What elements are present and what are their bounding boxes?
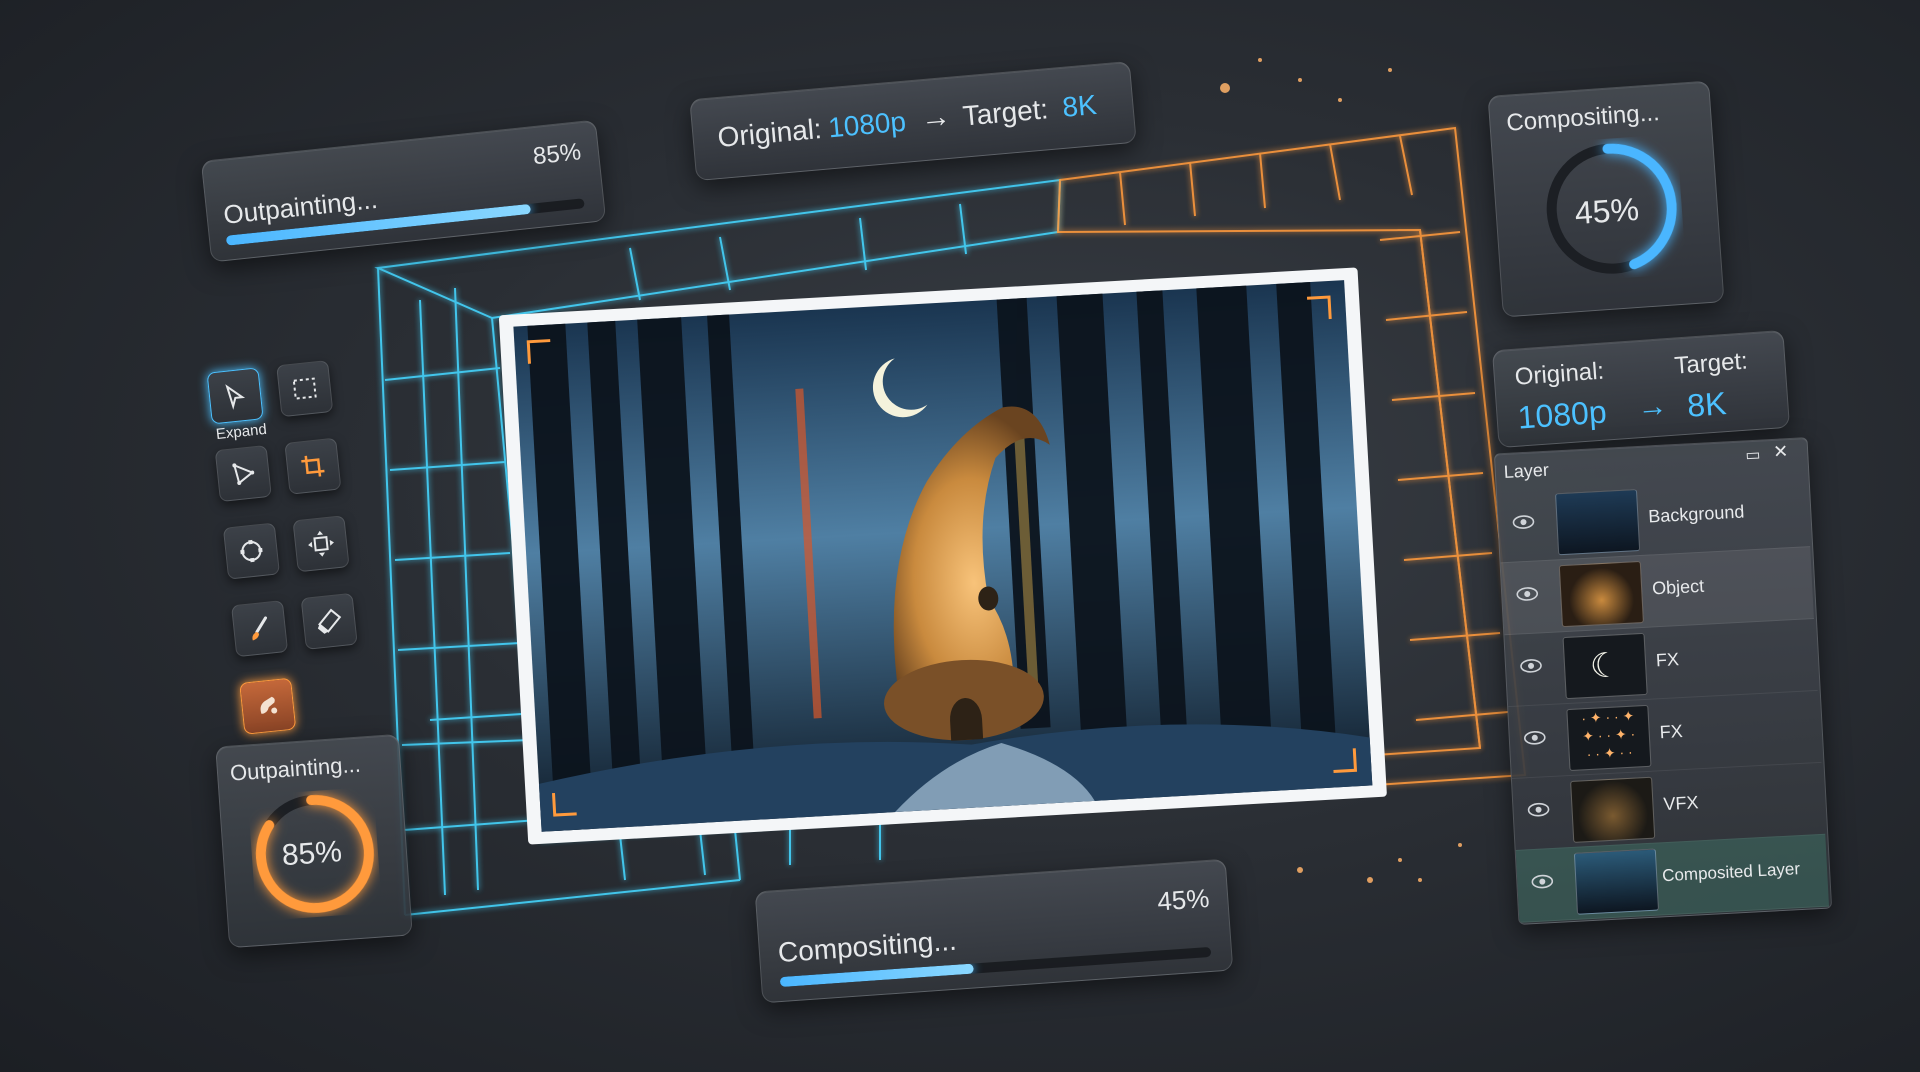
banner-original-label: Original: (716, 113, 823, 154)
outpainting-ring-card: Outpainting... 85% (215, 733, 413, 949)
visibility-eye-icon[interactable] (1523, 730, 1546, 745)
visibility-eye-icon[interactable] (1531, 874, 1554, 889)
eraser-icon (317, 608, 342, 634)
moon-thumbnail: ☾ (1562, 632, 1648, 700)
vfx-thumbnail (1570, 776, 1656, 843)
layer-panel-title: Layer (1503, 459, 1550, 483)
crop-icon (301, 455, 325, 477)
marquee-tool[interactable] (276, 360, 334, 418)
polygon-lasso-icon (232, 463, 255, 485)
layer-label: FX (1659, 721, 1684, 743)
transform-tool[interactable] (222, 522, 280, 580)
layer-label: FX (1655, 649, 1680, 671)
outpaint-ring-label: Outpainting... (229, 751, 362, 786)
lasso-tool[interactable] (214, 444, 272, 503)
banner-arrow-icon: → (919, 99, 953, 136)
compositing-ring-label: Compositing... (1505, 99, 1661, 137)
outpainting-percent: 85% (531, 138, 583, 171)
expand-label: Expand (215, 420, 268, 444)
compositing-ring-percent: 45% (1573, 190, 1641, 232)
marquee-icon (292, 377, 317, 400)
layer-thumbnail (1555, 489, 1641, 556)
card-arrow-icon: → (1636, 389, 1669, 425)
card-target-value: 8K (1686, 385, 1728, 424)
layer-thumbnail (1558, 561, 1644, 628)
select-tool[interactable] (206, 367, 264, 425)
crop-tool[interactable] (284, 437, 342, 495)
eraser-tool[interactable] (300, 592, 358, 650)
visibility-eye-icon[interactable] (1512, 515, 1535, 530)
brush-tool[interactable] (231, 600, 289, 658)
resolution-card: Original: Target: 1080p → 8K (1491, 329, 1791, 449)
layer-row-composited[interactable]: Composited Layer (1515, 833, 1830, 923)
layer-label: Background (1647, 501, 1745, 527)
panel-restore-icon[interactable]: ▭ (1745, 445, 1761, 466)
banner-original-value: 1080p (826, 105, 908, 144)
layer-label: Object (1651, 575, 1705, 599)
outpaint-ring-percent: 85% (280, 835, 344, 873)
visibility-eye-icon[interactable] (1520, 658, 1543, 673)
move-tool[interactable] (292, 515, 350, 573)
banner-target-label: Target: (961, 93, 1050, 132)
transform-circle-icon (240, 539, 263, 563)
visibility-eye-icon[interactable] (1516, 586, 1539, 601)
sparkles-thumbnail: · ✦ · · ✦ ✦ · · ✦ · · · ✦ · · (1566, 704, 1652, 772)
compositing-bar-percent: 45% (1156, 882, 1211, 917)
smudge-icon (260, 696, 278, 714)
compositing-bar-label: Compositing... (776, 924, 958, 969)
card-target-label: Target: (1673, 347, 1749, 380)
move-arrows-icon (308, 530, 334, 557)
compositing-progress-fill (779, 963, 975, 988)
smudge-tool[interactable] (239, 677, 297, 735)
cursor-icon (225, 384, 246, 410)
card-original-value: 1080p (1516, 393, 1608, 436)
panel-close-icon[interactable]: ✕ (1773, 441, 1789, 463)
visibility-eye-icon[interactable] (1527, 802, 1550, 817)
layer-label: VFX (1662, 792, 1699, 815)
compositing-ring-card: Compositing... 45% (1487, 80, 1725, 318)
layer-panel: Layer ▭ ✕ Background Object ☾ FX · ✦ · ·… (1493, 437, 1833, 925)
layer-label: Composited Layer (1661, 859, 1801, 886)
brush-icon (252, 616, 267, 641)
banner-target-value: 8K (1061, 89, 1098, 123)
composited-thumbnail (1573, 848, 1660, 915)
card-original-label: Original: (1513, 357, 1605, 391)
